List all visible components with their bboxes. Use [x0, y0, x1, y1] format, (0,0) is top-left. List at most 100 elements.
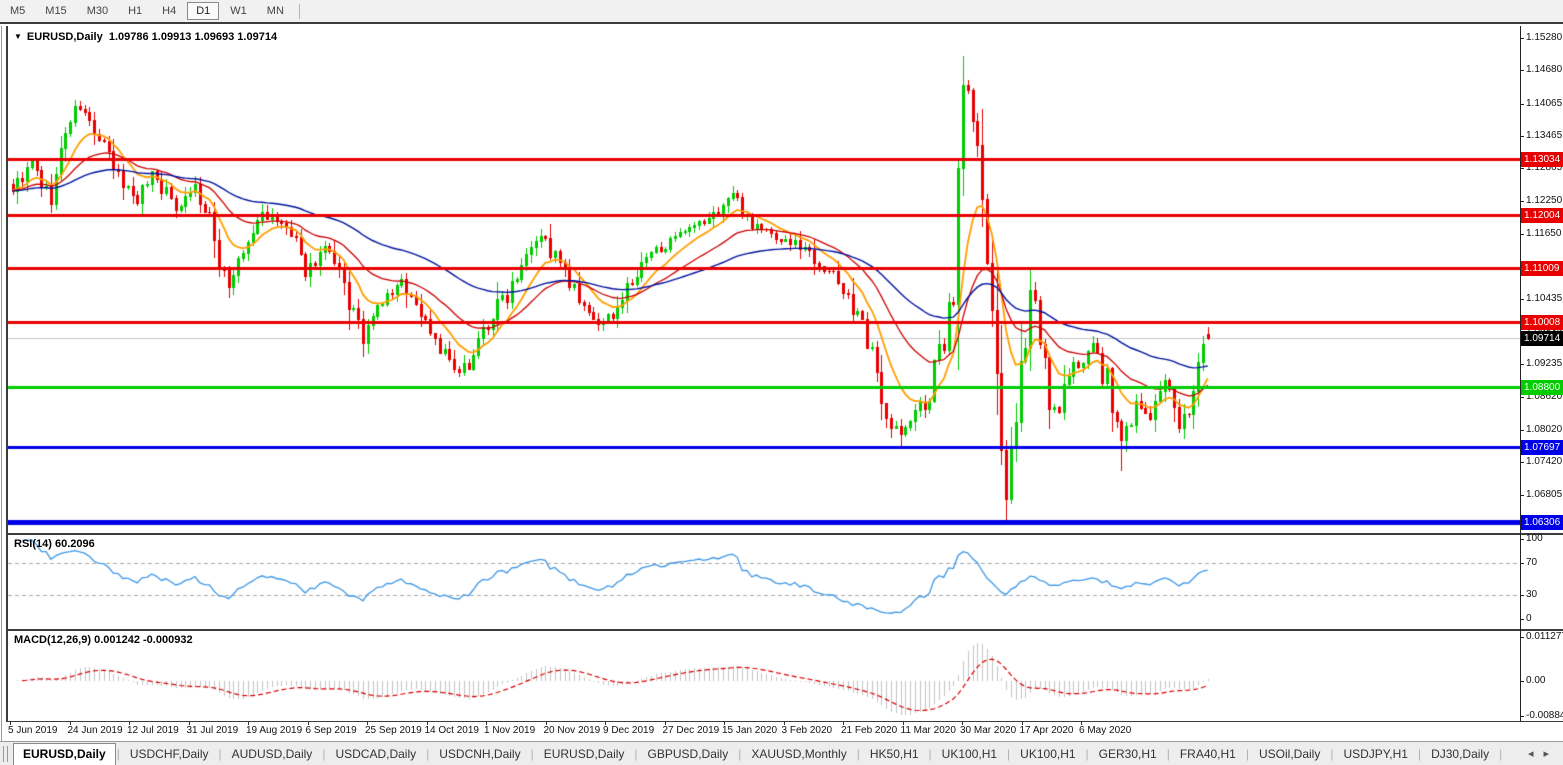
chart-tab-usdjpy-h1[interactable]: USDJPY,H1 [1334, 743, 1416, 765]
date-label: 21 Feb 2020 [841, 725, 897, 736]
rsi-scale-label: 30 [1526, 589, 1537, 600]
date-label: 9 Dec 2019 [603, 725, 654, 736]
timeframe-button-m5[interactable]: M5 [1, 2, 34, 20]
date-label: 5 Jun 2019 [8, 725, 58, 736]
price-tick-label: 1.07420 [1526, 456, 1562, 467]
chart-tab-xauusd-monthly[interactable]: XAUUSD,Monthly [742, 743, 855, 765]
price-level-badge: 1.08800 [1521, 380, 1563, 395]
tab-separator: | [1498, 747, 1503, 761]
timeframe-button-mn[interactable]: MN [258, 2, 293, 20]
price-tick [1520, 397, 1524, 398]
chart-tab-ger30-h1[interactable]: GER30,H1 [1090, 743, 1166, 765]
chart-tab-uk100-h1[interactable]: UK100,H1 [933, 743, 1006, 765]
price-tick [1520, 430, 1524, 431]
candlestick-chart[interactable] [8, 26, 1520, 533]
chart-symbol: EURUSD,Daily [27, 31, 103, 43]
chart-tab-usdcad-daily[interactable]: USDCAD,Daily [326, 743, 425, 765]
macd-scale-tick [1520, 637, 1524, 638]
chart-tab-uk100-h1[interactable]: UK100,H1 [1011, 743, 1084, 765]
price-level-badge: 1.07697 [1521, 440, 1563, 455]
rsi-scale-label: 70 [1526, 557, 1537, 568]
price-tick-label: 1.12250 [1526, 195, 1562, 206]
rsi-scale-tick [1520, 563, 1524, 564]
price-tick-label: 1.11650 [1526, 228, 1561, 239]
chart-tab-eurusd-daily[interactable]: EURUSD,Daily [13, 743, 116, 765]
timeframe-button-h1[interactable]: H1 [119, 2, 151, 20]
date-label: 19 Aug 2019 [246, 725, 302, 736]
date-label: 12 Jul 2019 [127, 725, 179, 736]
chart-tab-usdcnh-daily[interactable]: USDCNH,Daily [430, 743, 529, 765]
price-axis[interactable]: 1.152801.146801.140651.134651.128651.122… [1520, 0, 1563, 765]
date-label: 25 Sep 2019 [365, 725, 422, 736]
timeframe-button-m15[interactable]: M15 [36, 2, 75, 20]
date-label: 6 May 2020 [1079, 725, 1131, 736]
price-tick-label: 1.08020 [1526, 424, 1562, 435]
price-level-badge: 1.11009 [1521, 261, 1563, 276]
date-label: 11 Mar 2020 [901, 725, 956, 736]
tab-bar-grip [3, 746, 8, 762]
timeframe-button-d1[interactable]: D1 [187, 2, 219, 20]
price-tick [1520, 104, 1524, 105]
date-label: 17 Apr 2020 [1020, 725, 1074, 736]
price-tick [1520, 495, 1524, 496]
price-tick [1520, 201, 1524, 202]
chart-tab-hk50-h1[interactable]: HK50,H1 [861, 743, 928, 765]
macd-indicator-chart[interactable] [8, 631, 1520, 721]
chart-tab-dj30-daily[interactable]: DJ30,Daily [1422, 743, 1498, 765]
date-label: 31 Jul 2019 [187, 725, 239, 736]
date-label: 1 Nov 2019 [484, 725, 535, 736]
mt4-terminal: { "toolbar": { "timeframes": [ {"label":… [0, 0, 1563, 765]
chart-tab-fra40-h1[interactable]: FRA40,H1 [1171, 743, 1245, 765]
price-tick-label: 1.15280 [1526, 32, 1562, 43]
toolbar-separator [299, 4, 300, 19]
timeframe-toolbar: M5M15M30H1H4D1W1MN [0, 0, 1563, 24]
chart-tab-usoil-daily[interactable]: USOil,Daily [1250, 743, 1329, 765]
date-label: 20 Nov 2019 [544, 725, 601, 736]
price-tick [1520, 364, 1524, 365]
price-tick [1520, 136, 1524, 137]
price-level-badge: 1.12004 [1521, 208, 1563, 223]
price-tick [1520, 38, 1524, 39]
timeframe-button-m30[interactable]: M30 [78, 2, 117, 20]
chart-title: ▼ EURUSD,Daily 1.09786 1.09913 1.09693 1.… [14, 31, 277, 43]
chart-ohlc: 1.09786 1.09913 1.09693 1.09714 [109, 31, 277, 43]
price-level-badge: 1.10008 [1521, 315, 1563, 330]
price-tick [1520, 168, 1524, 169]
macd-scale-label: -0.008845 [1526, 710, 1563, 721]
price-tick-label: 1.13465 [1526, 130, 1562, 141]
date-label: 30 Mar 2020 [960, 725, 1016, 736]
symbol-dropdown-icon[interactable]: ▼ [14, 32, 22, 41]
date-label: 15 Jan 2020 [722, 725, 777, 736]
price-tick-label: 1.09235 [1526, 358, 1562, 369]
price-tick [1520, 299, 1524, 300]
window-frame-line [1, 26, 2, 741]
price-level-badge: 1.06306 [1521, 515, 1563, 530]
rsi-scale-label: 100 [1526, 533, 1543, 544]
macd-scale-tick [1520, 681, 1524, 682]
timeframe-button-h4[interactable]: H4 [153, 2, 185, 20]
date-label: 24 Jun 2019 [68, 725, 123, 736]
macd-scale-tick [1520, 716, 1524, 717]
bottom-tab-bar: EURUSD,Daily|USDCHF,Daily|AUDUSD,Daily|U… [0, 741, 1563, 765]
chart-tab-audusd-daily[interactable]: AUDUSD,Daily [223, 743, 322, 765]
chart-tab-gbpusd-daily[interactable]: GBPUSD,Daily [639, 743, 738, 765]
rsi-header: RSI(14) 60.2096 [14, 538, 95, 550]
timeframe-button-w1[interactable]: W1 [221, 2, 256, 20]
tab-strip: EURUSD,Daily|USDCHF,Daily|AUDUSD,Daily|U… [0, 742, 1512, 765]
current-price-badge: 1.09714 [1521, 331, 1563, 346]
rsi-scale-tick [1520, 595, 1524, 596]
rsi-scale-tick [1520, 619, 1524, 620]
price-tick [1520, 462, 1524, 463]
chart-tab-usdchf-daily[interactable]: USDCHF,Daily [121, 743, 218, 765]
date-axis[interactable]: 5 Jun 2019 24 Jun 2019 12 Jul 2019 31 Jul 2… [6, 722, 1520, 741]
date-label: 27 Dec 2019 [663, 725, 720, 736]
price-level-badge: 1.13034 [1521, 152, 1563, 167]
macd-scale-label: 0.00 [1526, 675, 1545, 686]
price-tick [1520, 70, 1524, 71]
date-label: 6 Sep 2019 [306, 725, 357, 736]
rsi-scale-tick [1520, 539, 1524, 540]
rsi-scale-label: 0 [1526, 613, 1532, 624]
chart-tab-eurusd-daily[interactable]: EURUSD,Daily [535, 743, 634, 765]
macd-header: MACD(12,26,9) 0.001242 -0.000932 [14, 634, 193, 646]
rsi-indicator-chart[interactable] [8, 535, 1520, 629]
